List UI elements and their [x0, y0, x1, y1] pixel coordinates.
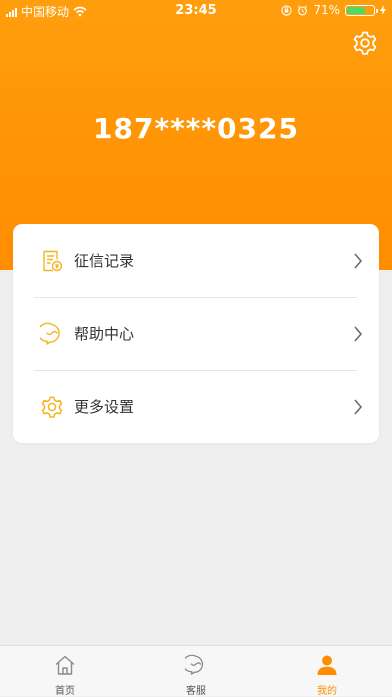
battery-percent: 71% [313, 3, 340, 17]
chevron-right-icon [354, 253, 362, 269]
menu-item-help-center[interactable]: 帮助中心 [13, 297, 379, 370]
orientation-lock-icon [281, 4, 292, 16]
tab-mine[interactable]: 我的 [262, 646, 392, 697]
home-icon [55, 655, 75, 675]
chevron-right-icon [354, 399, 362, 415]
menu-item-more-settings[interactable]: 更多设置 [13, 370, 379, 443]
tab-bar: 首页 客服 我的 [0, 645, 392, 697]
menu-item-label: 帮助中心 [74, 325, 135, 343]
tab-label: 客服 [186, 686, 206, 697]
tab-label: 我的 [317, 686, 337, 697]
tab-home[interactable]: 首页 [0, 646, 130, 697]
charging-icon [380, 5, 386, 15]
phone-number: 187****0325 [93, 112, 299, 145]
status-bar: 中国移动 23:45 71% [0, 0, 392, 22]
menu-item-label: 征信记录 [74, 252, 135, 270]
menu-item-credit-record[interactable]: 征信记录 [13, 224, 379, 297]
battery-icon [345, 4, 378, 16]
user-icon [317, 655, 337, 675]
customer-service-icon [185, 654, 204, 675]
help-chat-icon [40, 322, 60, 345]
alarm-icon [298, 5, 308, 15]
chevron-right-icon [354, 326, 362, 342]
credit-report-icon [43, 250, 63, 272]
tab-label: 首页 [55, 686, 75, 697]
menu-card: 征信记录 帮助中心 更多设置 [13, 224, 379, 443]
tab-customer-service[interactable]: 客服 [131, 646, 261, 697]
gear-icon[interactable] [352, 30, 378, 56]
menu-item-label: 更多设置 [74, 398, 135, 416]
settings-gear-icon [41, 396, 63, 418]
